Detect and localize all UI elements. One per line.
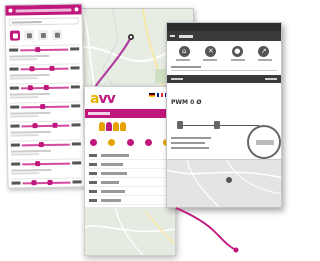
route-line-overlay	[175, 207, 239, 253]
